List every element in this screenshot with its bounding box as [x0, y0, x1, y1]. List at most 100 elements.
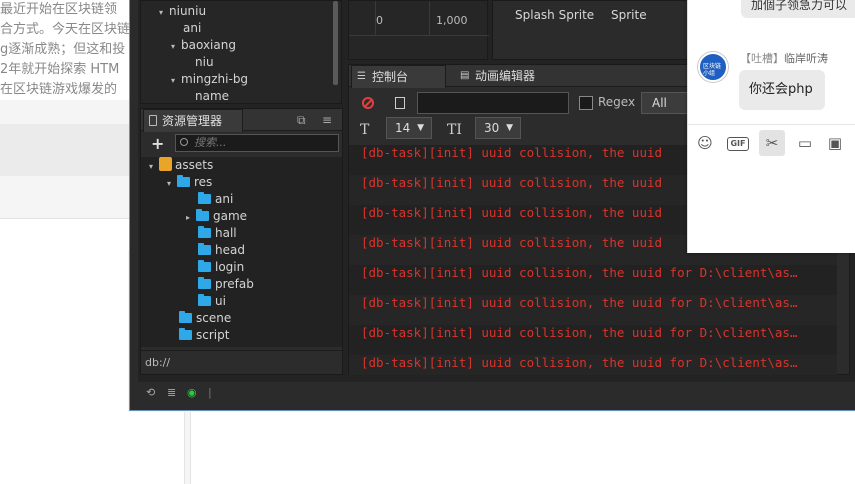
trash-icon	[149, 115, 157, 126]
chevron-down-icon[interactable]: ▾	[171, 72, 181, 89]
article-line: 最近开始在区块链领	[0, 2, 118, 17]
inspector-panel: Splash Sprite Sprite	[492, 0, 702, 60]
chat-toolbar: ☺ GIF ✂ ▭ ▣	[688, 130, 855, 158]
asset-item-ui[interactable]: ui	[198, 293, 226, 310]
line-height-value: 30	[484, 121, 500, 135]
article-line: 2年就开始探索 HTM	[0, 62, 120, 77]
database-icon	[159, 157, 172, 171]
article-line: 合方式。今天在区块链	[0, 22, 131, 37]
hierarchy-item-niu[interactable]: niu	[195, 54, 214, 71]
asset-search-input[interactable]: 搜索...	[175, 134, 339, 152]
clear-icon[interactable]	[362, 97, 374, 109]
regex-label: Regex	[598, 95, 636, 109]
hierarchy-item-label: name	[195, 89, 230, 103]
folder-icon	[179, 311, 192, 323]
folder-icon[interactable]: ▭	[792, 130, 818, 156]
filter-input[interactable]	[417, 92, 569, 114]
hierarchy-item-baoxiang[interactable]: ▾ baoxiang	[171, 37, 236, 54]
asset-item-scene[interactable]: scene	[179, 310, 231, 327]
gif-icon[interactable]: GIF	[727, 137, 749, 151]
folder-icon	[198, 243, 211, 255]
asset-item-prefab[interactable]: prefab	[198, 276, 254, 293]
article-line: g逐渐成熟；但这和投	[0, 42, 126, 57]
sender-tag: 【吐槽】	[740, 52, 784, 65]
chat-message-bubble: 加個子领急力可以	[741, 0, 855, 18]
film-icon: ▤	[460, 70, 470, 81]
log-line[interactable]: [db-task][init] uuid collision, the uuid…	[349, 325, 837, 355]
asset-item-head[interactable]: head	[198, 242, 245, 259]
ruler-tick: 0	[376, 14, 383, 27]
smile-icon[interactable]: ☺	[692, 130, 718, 156]
hierarchy-item-ani[interactable]: ani	[183, 20, 201, 37]
font-size-select[interactable]: 14 ▼	[386, 117, 432, 139]
asset-item-script[interactable]: script	[179, 327, 229, 344]
menu-icon[interactable]: ≡	[322, 113, 332, 127]
assets-toolbar: + 搜索...	[141, 132, 342, 154]
log-line[interactable]: [db-task][init] uuid collision, the uuid…	[349, 265, 837, 295]
log-line[interactable]: [db-task][init] uuid collision, the uuid…	[349, 355, 837, 375]
assets-tab-label: 资源管理器	[162, 114, 223, 128]
asset-item-label: head	[215, 243, 245, 257]
image-icon[interactable]: ▣	[822, 130, 848, 156]
scissors-icon[interactable]: ✂	[759, 130, 785, 156]
asset-path: db://	[141, 350, 342, 374]
tab-console[interactable]: ☰ 控制台	[351, 65, 446, 88]
line-height-select[interactable]: 30 ▼	[475, 117, 521, 139]
avatar[interactable]: 区块链小组	[698, 52, 728, 82]
log-line[interactable]: [db-task][init] uuid collision, the uuid…	[349, 295, 837, 325]
tab-animation-editor[interactable]: ▤ 动画编辑器	[455, 65, 555, 88]
divider	[688, 124, 855, 125]
popout-icon[interactable]: ⧉	[297, 113, 306, 128]
sender-name: 临岸听涛	[784, 52, 828, 65]
font-size-value: 14	[395, 121, 411, 135]
background-bar	[0, 124, 135, 176]
eye-icon[interactable]: ◉	[187, 386, 197, 399]
chevron-right-icon[interactable]: ▸	[186, 209, 196, 226]
hierarchy-item-name[interactable]: name	[195, 88, 229, 105]
folder-icon	[198, 260, 211, 272]
chevron-down-icon: ▼	[506, 123, 513, 133]
hierarchy-item-label: ani	[183, 21, 202, 35]
asset-item-login[interactable]: login	[198, 259, 244, 276]
hierarchy-panel: ▾ niuniu ani ▾ baoxiang niu ▾ mingzhi-bg na…	[140, 0, 342, 104]
folder-icon	[198, 294, 211, 306]
tab-assets[interactable]: 资源管理器	[143, 109, 243, 132]
hierarchy-scrollbar[interactable]	[333, 1, 338, 85]
editor-statusbar: ⟲ ≣ ◉ |	[129, 382, 855, 402]
asset-item-label: prefab	[215, 277, 254, 291]
avatar-text: 区块链小组	[703, 63, 722, 77]
background-card	[0, 218, 135, 250]
document-icon[interactable]	[395, 97, 405, 109]
article-line: 在区块链游戏爆发的	[0, 82, 118, 97]
chat-sender: 【吐槽】临岸听涛	[740, 50, 828, 66]
chevron-down-icon[interactable]: ▾	[167, 175, 177, 192]
asset-item-ani[interactable]: ani	[198, 191, 233, 208]
grid-axis	[349, 35, 489, 36]
database-icon[interactable]: ≣	[167, 386, 176, 399]
asset-item-label: game	[213, 209, 248, 223]
asset-item-res[interactable]: ▾ res	[167, 174, 212, 191]
asset-item-label: assets	[175, 158, 214, 172]
hierarchy-item-mingzhi-bg[interactable]: ▾ mingzhi-bg	[171, 71, 248, 88]
asset-item-label: ui	[215, 294, 226, 308]
regex-checkbox[interactable]	[579, 96, 593, 110]
hierarchy-item-niuniu[interactable]: ▾ niuniu	[159, 3, 206, 20]
add-asset-button[interactable]: +	[151, 134, 164, 153]
asset-item-label: res	[194, 175, 213, 189]
log-level-value: All	[652, 96, 667, 110]
chat-window: 加個子领急力可以 区块链小组 【吐槽】临岸听涛 你还会php ☺ GIF ✂ ▭…	[687, 0, 855, 253]
chevron-down-icon[interactable]: ▾	[149, 158, 159, 175]
asset-item-assets[interactable]: ▾ assets	[149, 157, 213, 174]
sync-icon[interactable]: ⟲	[146, 386, 155, 399]
asset-item-game[interactable]: ▸ game	[186, 208, 247, 225]
scene-preview-panel[interactable]: 0 1,000	[348, 0, 489, 60]
article-snippet: 最近开始在区块链领 合方式。今天在区块链 g逐渐成熟；但这和投 2年就开始探索 …	[0, 0, 135, 100]
folder-icon	[179, 328, 192, 340]
chevron-down-icon[interactable]: ▾	[171, 38, 181, 55]
hierarchy-item-label: niuniu	[169, 4, 207, 18]
asset-tree: ▾ assets ▾ res ani ▸ game hall head login p…	[141, 157, 342, 347]
chevron-down-icon[interactable]: ▾	[159, 4, 169, 21]
log-level-select[interactable]: All	[641, 92, 691, 114]
status-divider: |	[208, 386, 212, 399]
asset-item-hall[interactable]: hall	[198, 225, 237, 242]
